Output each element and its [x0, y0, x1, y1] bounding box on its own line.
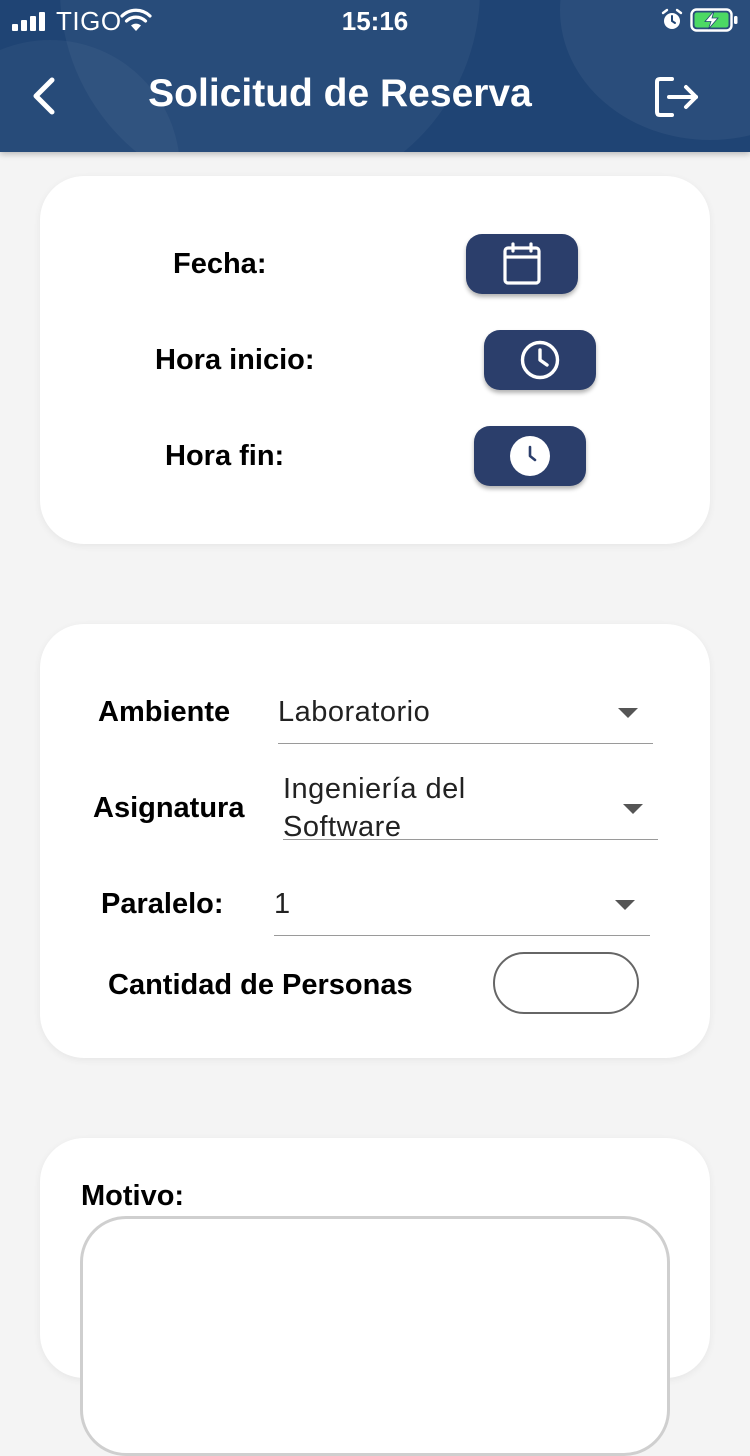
alarm-icon: [661, 8, 683, 29]
date-picker-button[interactable]: [466, 234, 578, 294]
reason-label: Motivo:: [81, 1180, 185, 1212]
status-bar: TIGO 15:16: [0, 0, 750, 40]
dropdown-arrow-icon: [618, 708, 638, 718]
reason-textarea[interactable]: [80, 1216, 670, 1456]
section-dropdown-value: 1: [274, 888, 291, 920]
section-label: Paralelo:: [101, 888, 224, 920]
subject-label: Asignatura: [93, 792, 245, 824]
people-count-input[interactable]: [493, 952, 639, 1014]
date-label: Fecha:: [173, 248, 267, 280]
people-count-label: Cantidad de Personas: [108, 969, 413, 1001]
calendar-icon: [503, 242, 541, 285]
battery-charging-icon: [690, 8, 738, 32]
room-label: Ambiente: [98, 696, 231, 728]
schedule-card: Fecha: Hora inicio: Hora fin:: [40, 176, 710, 544]
reason-card: Motivo:: [40, 1138, 710, 1456]
dropdown-underline: [283, 839, 658, 840]
clock-icon: [520, 340, 560, 380]
start-time-picker-button[interactable]: [484, 330, 596, 390]
logout-button[interactable]: [652, 74, 702, 120]
end-time-label: Hora fin:: [165, 440, 285, 472]
details-card: Ambiente Laboratorio Asignatura Ingenier…: [40, 624, 710, 1058]
dropdown-arrow-icon: [615, 900, 635, 910]
page-title: Solicitud de Reserva: [148, 72, 532, 115]
status-time: 15:16: [341, 6, 409, 36]
room-dropdown-value: Laboratorio: [278, 696, 431, 728]
end-time-picker-button[interactable]: [474, 426, 586, 486]
dropdown-underline: [274, 935, 650, 936]
dropdown-arrow-icon: [623, 804, 643, 814]
start-time-label: Hora inicio:: [155, 344, 315, 376]
subject-dropdown-value-line1: Ingeniería del: [283, 773, 466, 805]
clock-icon: [510, 436, 550, 476]
app-header: TIGO 15:16 Solicitud de Reserva: [0, 0, 750, 152]
dropdown-underline: [278, 743, 653, 744]
